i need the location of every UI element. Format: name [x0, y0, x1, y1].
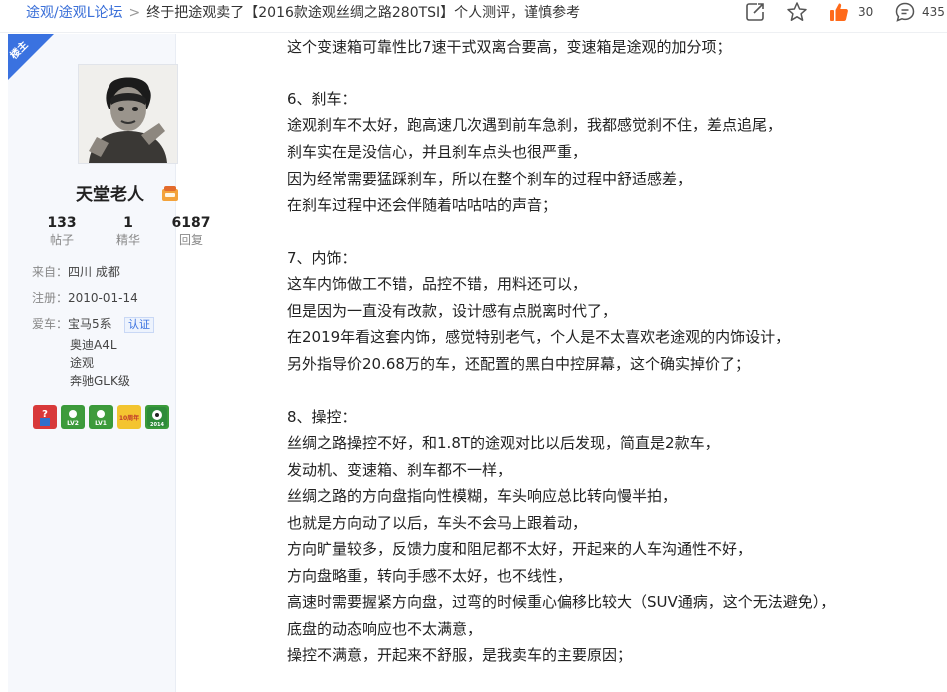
- post-line: 在2019年看这套内饰，感觉特别老气，个人是不太喜欢老途观的内饰设计，: [287, 328, 791, 346]
- stat-posts-value: 133: [47, 215, 77, 231]
- top-bar: 途观/途观L论坛 > 终于把途观卖了【2016款途观丝绸之路280TSI】个人测评，…: [0, 0, 947, 33]
- medal-anniversary-icon[interactable]: 10周年: [117, 405, 141, 429]
- medal-question-icon[interactable]: ?: [33, 405, 57, 429]
- thread-title: 终于把途观卖了【2016款途观丝绸之路280TSI】个人测评，谨慎参考: [146, 5, 581, 21]
- post-line: 底盘的动态响应也不太满意，: [287, 620, 483, 638]
- post-line: 刹车实在是没信心，并且刹车点头也很严重，: [287, 143, 588, 161]
- post-line: 在刹车过程中还会伴随着咕咕咕的声音；: [287, 196, 558, 214]
- original-poster-badge: 楼主: [8, 34, 54, 80]
- car-item[interactable]: 奥迪A4L: [70, 336, 130, 354]
- section-heading-brakes: 6、刹车：: [287, 90, 357, 108]
- stat-replies-value: 6187: [171, 215, 211, 231]
- star-icon[interactable]: [786, 1, 808, 23]
- user-register-date: 注册：2010-01-14: [32, 290, 138, 306]
- comment-count: 435: [922, 5, 945, 19]
- medal-lv2-icon[interactable]: LV2: [61, 405, 85, 429]
- avatar[interactable]: [78, 64, 178, 164]
- username[interactable]: 天堂老人: [76, 184, 144, 206]
- post-line: 高速时需要握紧方向盘，过弯的时候重心偏移比较大（SUV通病，这个无法避免），: [287, 593, 836, 611]
- section-heading-interior: 7、内饰：: [287, 249, 357, 267]
- like-count: 30: [858, 5, 874, 19]
- svg-text:?: ?: [42, 409, 48, 420]
- post-line: 发动机、变速箱、刹车都不一样，: [287, 461, 513, 479]
- car-item[interactable]: 宝马5系: [68, 317, 112, 331]
- user-level-icon: [160, 184, 180, 204]
- post-line: 丝绸之路的方向盘指向性模糊，车头响应总比转向慢半拍，: [287, 487, 678, 505]
- car-item[interactable]: 奔驰GLK级: [70, 372, 130, 390]
- stat-replies-label: 回复: [178, 233, 203, 247]
- breadcrumb-separator: >: [128, 5, 141, 21]
- post-line: 这车内饰做工不错，品控不错，用料还可以，: [287, 275, 588, 293]
- post-line: 但是因为一直没有改款，设计感有点脱离时代了，: [287, 302, 618, 320]
- location-label: 来自：: [32, 265, 69, 279]
- stat-posts-label: 帖子: [49, 233, 74, 247]
- post-line: 因为经常需要猛踩刹车，所以在整个刹车的过程中舒适感差，: [287, 170, 693, 188]
- post-line: 丝绸之路操控不好，和1.8T的途观对比以后发现，简直是2款车，: [287, 434, 720, 452]
- stat-replies[interactable]: 6187 回复: [163, 214, 219, 248]
- medal-lv1-icon[interactable]: LV1: [89, 405, 113, 429]
- post-line: 途观刹车不太好，跑高速几次遇到前车急刹，我都感觉刹不住，差点追尾，: [287, 116, 783, 134]
- comment-icon[interactable]: [894, 1, 916, 23]
- post-line: 方向盘略重，转向手感不太好，也不线性，: [287, 567, 573, 585]
- stat-essence-label: 精华: [115, 233, 140, 247]
- breadcrumb: 途观/途观L论坛 > 终于把途观卖了【2016款途观丝绸之路280TSI】个人测评，…: [26, 4, 580, 22]
- post-line: 方向旷量较多，反馈力度和阻尼都不太好，开起来的人车沟通性不好，: [287, 540, 753, 558]
- share-icon[interactable]: [744, 1, 766, 23]
- medal-2014-label: 2014: [150, 422, 164, 428]
- section-heading-handling: 8、操控：: [287, 408, 357, 426]
- user-location: 来自：四川 成都: [32, 264, 120, 280]
- stat-essence[interactable]: 1 精华: [100, 214, 156, 248]
- medal-2014-icon[interactable]: 2014: [145, 405, 169, 429]
- breadcrumb-forum-link[interactable]: 途观/途观L论坛: [26, 5, 123, 21]
- stat-essence-value: 1: [123, 215, 133, 231]
- post-line: 这个变速箱可靠性比7速干式双离合要高，变速箱是途观的加分项；: [287, 38, 732, 56]
- stat-posts[interactable]: 133 帖子: [34, 214, 90, 248]
- register-value: 2010-01-14: [68, 291, 138, 305]
- register-label: 注册：: [32, 291, 69, 305]
- car-list: 奥迪A4L 途观 奔驰GLK级: [70, 336, 130, 390]
- medal-lv1-label: LV1: [95, 420, 107, 427]
- cars-label: 爱车：: [32, 317, 69, 331]
- location-value: 四川 成都: [68, 265, 120, 279]
- post-line: 另外指导价20.68万的车，还配置的黑白中控屏幕，这个确实掉价了；: [287, 355, 750, 373]
- post-line: 也就是方向动了以后，车头不会马上跟着动，: [287, 514, 588, 532]
- car-item[interactable]: 途观: [70, 354, 130, 372]
- user-cars-label-row: 爱车：宝马5系: [32, 316, 112, 332]
- post-line: 操控不满意，开起来不舒服，是我卖车的主要原因；: [287, 646, 633, 664]
- thumbs-up-icon[interactable]: [828, 1, 850, 23]
- medal-lv2-label: LV2: [67, 420, 79, 427]
- verified-badge: 认证: [124, 317, 154, 333]
- medal-anniversary-label: 10周年: [119, 414, 139, 422]
